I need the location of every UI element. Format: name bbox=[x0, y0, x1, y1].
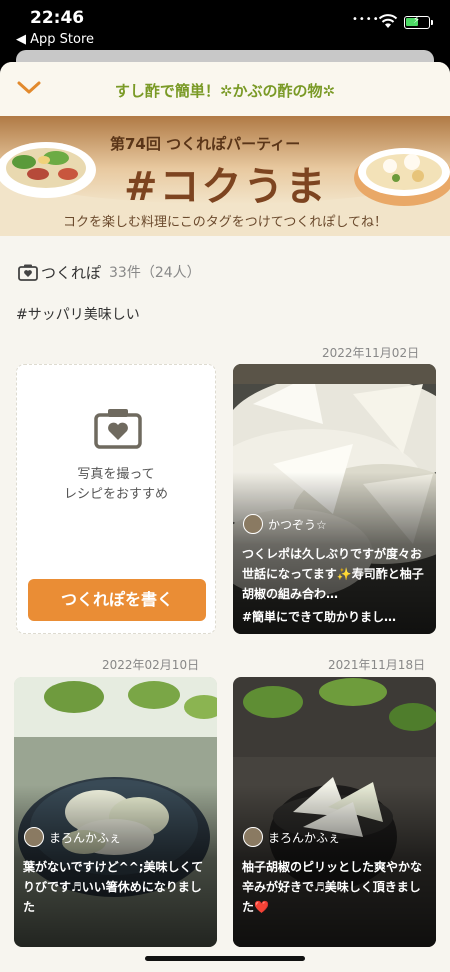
report-card[interactable]: まろんかふぇ 柚子胡椒のピリッとした爽やかな辛みが好きで♬美味しく頂きました❤️ bbox=[233, 677, 436, 947]
report-author: かつぞう☆ bbox=[243, 514, 327, 534]
write-report-prompt: 写真を撮って レシピをおすすめ bbox=[63, 467, 168, 502]
avatar bbox=[243, 827, 263, 847]
status-bar: 22:46 ◀ App Store •••• ⚡ bbox=[0, 0, 450, 52]
camera-heart-icon bbox=[18, 264, 38, 281]
banner-description: コクを楽しむ料理にこのタグをつけてつくれぽしてね！ bbox=[62, 215, 388, 230]
tsukurepo-count: 33件（24人） bbox=[109, 265, 201, 281]
wifi-icon bbox=[378, 14, 398, 28]
heart-icon: ❤️ bbox=[254, 900, 269, 914]
tsukurepo-count-row: つくれぽ 33件（24人） bbox=[18, 260, 201, 284]
report-hashtag[interactable]: #サッパリ美味しい bbox=[16, 304, 140, 324]
report-comment: つくレポは久しぶりですが度々お世話になってます✨寿司酢と柚子胡椒の組み合わ… bbox=[242, 547, 424, 601]
report-date: 2022年11月02日 bbox=[322, 346, 420, 360]
report-author: まろんかふぇ bbox=[243, 827, 340, 847]
signal-dots: •••• bbox=[352, 14, 380, 25]
report-author: まろんかふぇ bbox=[24, 827, 121, 847]
author-name: まろんかふぇ bbox=[268, 830, 341, 845]
back-to-app-store-link[interactable]: ◀ App Store bbox=[16, 32, 94, 47]
report-comment-text: 柚子胡椒のピリッとした爽やかな辛みが好きで♬美味しく頂きました bbox=[242, 860, 423, 914]
banner-hashtag: #コクうま bbox=[124, 164, 328, 210]
tsukurepo-label: つくれぽ bbox=[41, 263, 102, 282]
avatar bbox=[24, 827, 44, 847]
party-banner[interactable]: 第74回 つくれぽパーティー #コクうま コクを楽しむ料理にこのタグをつけてつく… bbox=[0, 116, 450, 236]
report-comment: 葉がないですけど^^;美味しくてりびです♬いい箸休めになりました bbox=[23, 860, 204, 914]
report-card[interactable]: まろんかふぇ 葉がないですけど^^;美味しくてりびです♬いい箸休めになりました bbox=[14, 677, 217, 947]
write-report-card: 写真を撮って レシピをおすすめ つくれぽを書く bbox=[16, 364, 216, 634]
avatar bbox=[243, 514, 263, 534]
report-date: 2021年11月18日 bbox=[328, 658, 426, 672]
camera-heart-icon bbox=[94, 409, 142, 449]
report-comment: 柚子胡椒のピリッとした爽やかな辛みが好きで♬美味しく頂きました❤️ bbox=[242, 857, 427, 917]
recipe-title: すし酢で簡単！✲かぶの酢の物✲ bbox=[114, 82, 336, 100]
status-time: 22:46 bbox=[30, 8, 85, 28]
sheet-header: すし酢で簡単！✲かぶの酢の物✲ bbox=[0, 62, 450, 116]
dish-illustration bbox=[0, 142, 96, 198]
report-tags: #簡単にできて助かりまし… bbox=[242, 610, 397, 624]
battery-icon: ⚡ bbox=[404, 15, 433, 29]
recipe-report-sheet: すし酢で簡単！✲かぶの酢の物✲ 第74回 つくれぽパーティー #コクうま コクを… bbox=[0, 62, 450, 972]
banner-subtitle: 第74回 つくれぽパーティー bbox=[110, 135, 301, 153]
report-date: 2022年02月10日 bbox=[102, 658, 200, 672]
soup-illustration bbox=[354, 148, 450, 206]
report-card[interactable]: かつぞう☆ つくレポは久しぶりですが度々お世話になってます✨寿司酢と柚子胡椒の組… bbox=[233, 364, 436, 634]
author-name: かつぞう☆ bbox=[268, 517, 327, 532]
home-indicator[interactable] bbox=[145, 956, 305, 961]
write-report-button[interactable]: つくれぽを書く bbox=[28, 579, 206, 621]
author-name: まろんかふぇ bbox=[49, 830, 122, 845]
